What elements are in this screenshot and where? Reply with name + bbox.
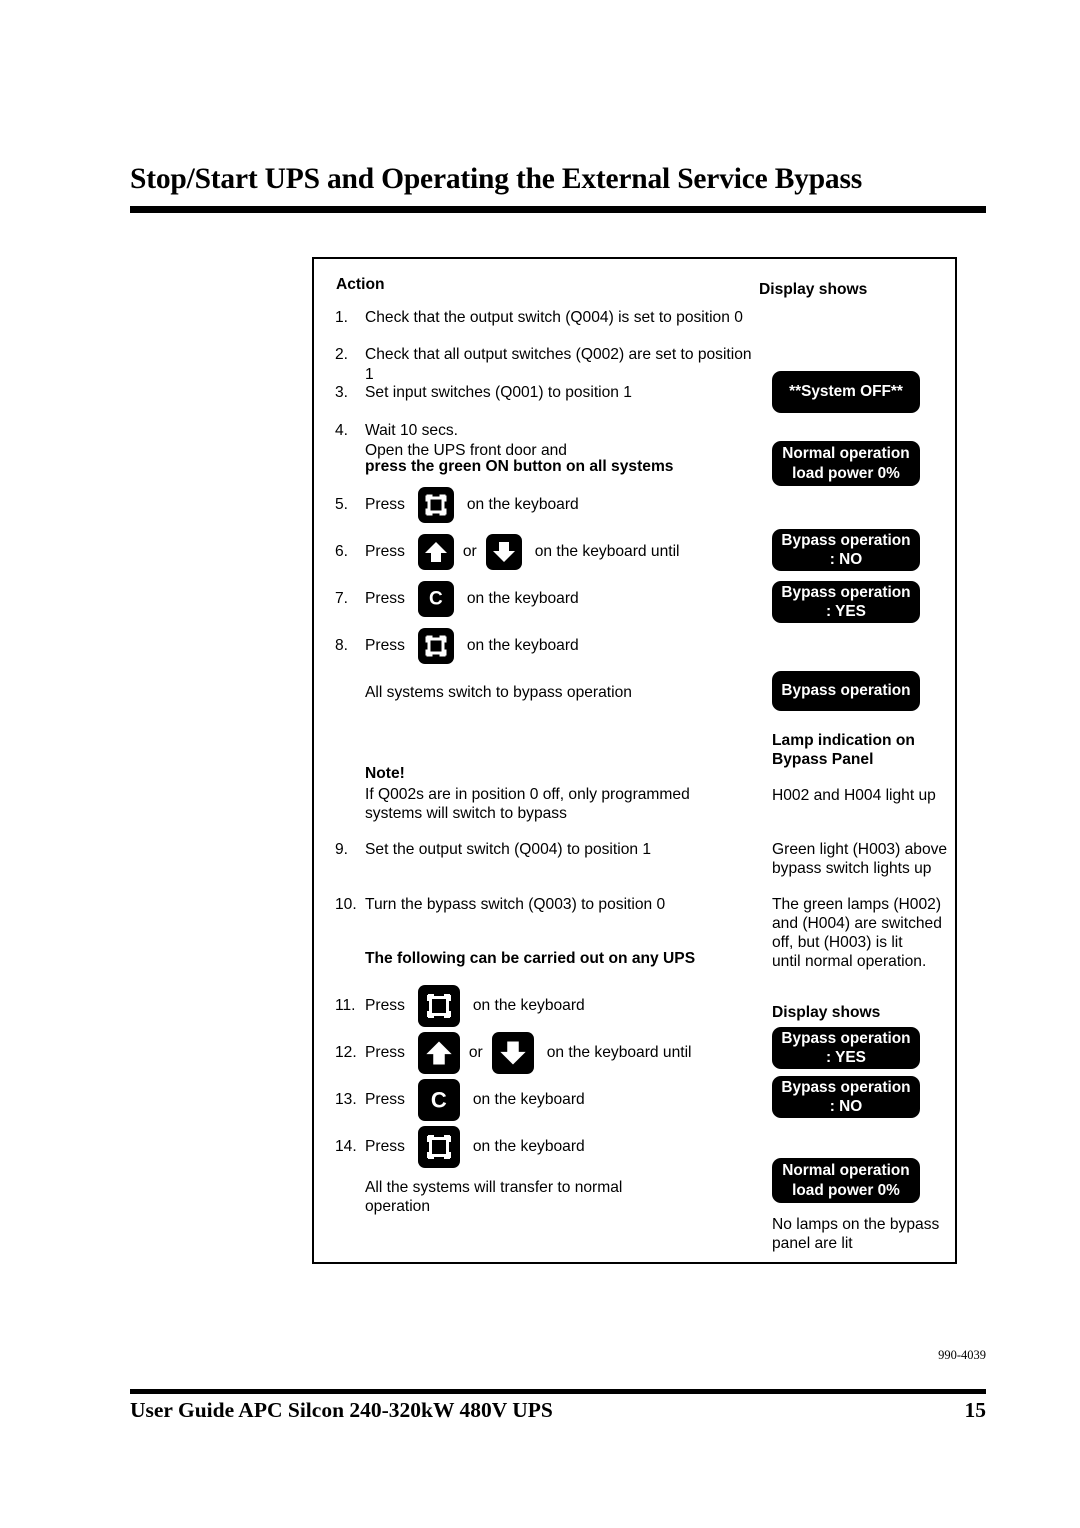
step-number: 11. bbox=[335, 997, 356, 1015]
step-number: 4. bbox=[335, 422, 349, 439]
step-text: Set the output switch (Q004) to position… bbox=[365, 841, 652, 858]
step-text: Wait 10 secs. Open the UPS front door an… bbox=[365, 422, 567, 459]
display-bypass-no-1: Bypass operation : NO bbox=[772, 529, 920, 571]
press-label: Press bbox=[365, 1091, 405, 1109]
document-code: 990-4039 bbox=[938, 1348, 986, 1362]
step-item-3: 3. Set input switches (Q001) to position… bbox=[335, 383, 755, 403]
menu-key-icon[interactable] bbox=[417, 985, 460, 1027]
step-item-9: 9. Set the output switch (Q004) to posit… bbox=[335, 840, 765, 860]
header-divider bbox=[130, 206, 986, 213]
display-normal-operation-2: Normal operation load power 0% bbox=[772, 1158, 920, 1203]
press-suffix: on the keyboard until bbox=[546, 1044, 692, 1062]
step-number: 9. bbox=[335, 841, 349, 858]
footer-divider bbox=[130, 1389, 986, 1394]
lamp-text-no-lamps: No lamps on the bypass panel are lit bbox=[772, 1216, 940, 1252]
step-item-10: 10. Turn the bypass switch (Q003) to pos… bbox=[335, 895, 765, 915]
step-item-12: 12. Press or on the keyboard until bbox=[335, 1032, 692, 1074]
page-number: 15 bbox=[964, 1398, 987, 1422]
step-item-6: 6. Press or on the keyboard until bbox=[335, 534, 680, 570]
press-label: Press bbox=[365, 590, 405, 608]
c-key-icon[interactable]: C bbox=[417, 1079, 460, 1121]
step-item-4: 4. Wait 10 secs. Open the UPS front door… bbox=[335, 421, 755, 460]
footer-title: User Guide APC Silcon 240-320kW 480V UPS bbox=[130, 1398, 553, 1422]
display-bypass-no-2: Bypass operation : NO bbox=[772, 1076, 920, 1118]
c-key-label: C bbox=[429, 588, 443, 610]
step-item-11: 11. Press on the keyboard bbox=[335, 985, 585, 1027]
note-text: If Q002s are in position 0 off, only pro… bbox=[365, 786, 690, 822]
connector-or: or bbox=[468, 1044, 483, 1062]
press-suffix: on the keyboard bbox=[472, 1091, 585, 1109]
step-text: Set input switches (Q001) to position 1 bbox=[365, 384, 632, 401]
step-number: 7. bbox=[335, 590, 349, 608]
step-item-1: 1. Check that the output switch (Q004) i… bbox=[335, 308, 755, 328]
press-label: Press bbox=[365, 496, 405, 514]
press-label: Press bbox=[365, 1044, 405, 1062]
press-suffix: on the keyboard bbox=[472, 1138, 585, 1156]
step-number: 14. bbox=[335, 1138, 357, 1156]
step-number: 2. bbox=[335, 346, 349, 363]
menu-key-icon[interactable] bbox=[417, 487, 454, 523]
press-label: Press bbox=[365, 637, 405, 655]
press-suffix: on the keyboard until bbox=[534, 543, 680, 561]
step-item-8: 8. Press on the keyboard bbox=[335, 628, 579, 664]
step-item-7: 7. Press C on the keyboard bbox=[335, 581, 579, 617]
lamp-text-green-lamps: The green lamps (H002) and (H004) are sw… bbox=[772, 896, 942, 970]
lamp-text-h003-above: Green light (H003) above bypass switch l… bbox=[772, 841, 948, 877]
up-arrow-key-icon[interactable] bbox=[417, 1032, 460, 1074]
down-arrow-key-icon[interactable] bbox=[485, 534, 522, 570]
menu-key-icon[interactable] bbox=[417, 628, 454, 664]
lamp-text-h002-h004: H002 and H004 light up bbox=[772, 787, 936, 804]
connector-or: or bbox=[462, 543, 477, 561]
step-number: 13. bbox=[335, 1091, 357, 1109]
press-label: Press bbox=[365, 1138, 405, 1156]
any-ups-heading: The following can be carried out on any … bbox=[365, 950, 696, 967]
display-bypass-yes-1: Bypass operation : YES bbox=[772, 581, 920, 623]
step-item-14: 14. Press on the keyboard bbox=[335, 1126, 585, 1168]
press-suffix: on the keyboard bbox=[466, 590, 579, 608]
step-item-5: 5. Press on the keyboard bbox=[335, 487, 579, 523]
menu-key-icon[interactable] bbox=[417, 1126, 460, 1168]
c-key-label: C bbox=[430, 1087, 447, 1113]
press-label: Press bbox=[365, 997, 405, 1015]
all-systems-bypass-text: All systems switch to bypass operation bbox=[365, 684, 632, 701]
display-system-off: **System OFF** bbox=[772, 371, 920, 413]
column-header-display-shows-bottom: Display shows bbox=[772, 1004, 881, 1021]
column-header-lamp-indication: Lamp indication on Bypass Panel bbox=[772, 732, 915, 768]
display-normal-operation-1: Normal operation load power 0% bbox=[772, 441, 920, 486]
step-number: 10. bbox=[335, 896, 357, 913]
note-label: Note! bbox=[365, 765, 405, 782]
column-header-display-shows-top: Display shows bbox=[759, 281, 868, 298]
transfer-normal-text: All the systems will transfer to normal … bbox=[365, 1179, 623, 1215]
column-header-action: Action bbox=[336, 276, 385, 293]
step-number: 8. bbox=[335, 637, 349, 655]
procedure-table: Action Display shows 1. Check that the o… bbox=[312, 257, 957, 1264]
step-number: 5. bbox=[335, 496, 349, 514]
press-suffix: on the keyboard bbox=[472, 997, 585, 1015]
step-number: 1. bbox=[335, 309, 349, 326]
step-4-emphasis: press the green ON button on all systems bbox=[365, 458, 674, 475]
step-item-13: 13. Press C on the keyboard bbox=[335, 1079, 585, 1121]
display-bypass-yes-2: Bypass operation : YES bbox=[772, 1027, 920, 1069]
display-bypass-operation: Bypass operation bbox=[772, 671, 920, 711]
step-number: 3. bbox=[335, 384, 349, 401]
step-text: Check that all output switches (Q002) ar… bbox=[365, 346, 752, 383]
c-key-icon[interactable]: C bbox=[417, 581, 454, 617]
press-suffix: on the keyboard bbox=[466, 637, 579, 655]
page-title: Stop/Start UPS and Operating the Externa… bbox=[130, 163, 863, 195]
step-number: 6. bbox=[335, 543, 349, 561]
press-suffix: on the keyboard bbox=[466, 496, 579, 514]
down-arrow-key-icon[interactable] bbox=[491, 1032, 534, 1074]
step-number: 12. bbox=[335, 1044, 357, 1062]
press-label: Press bbox=[365, 543, 405, 561]
step-text: Turn the bypass switch (Q003) to positio… bbox=[365, 896, 666, 913]
step-item-2: 2. Check that all output switches (Q002)… bbox=[335, 345, 755, 384]
step-text: Check that the output switch (Q004) is s… bbox=[365, 309, 743, 326]
up-arrow-key-icon[interactable] bbox=[417, 534, 454, 570]
